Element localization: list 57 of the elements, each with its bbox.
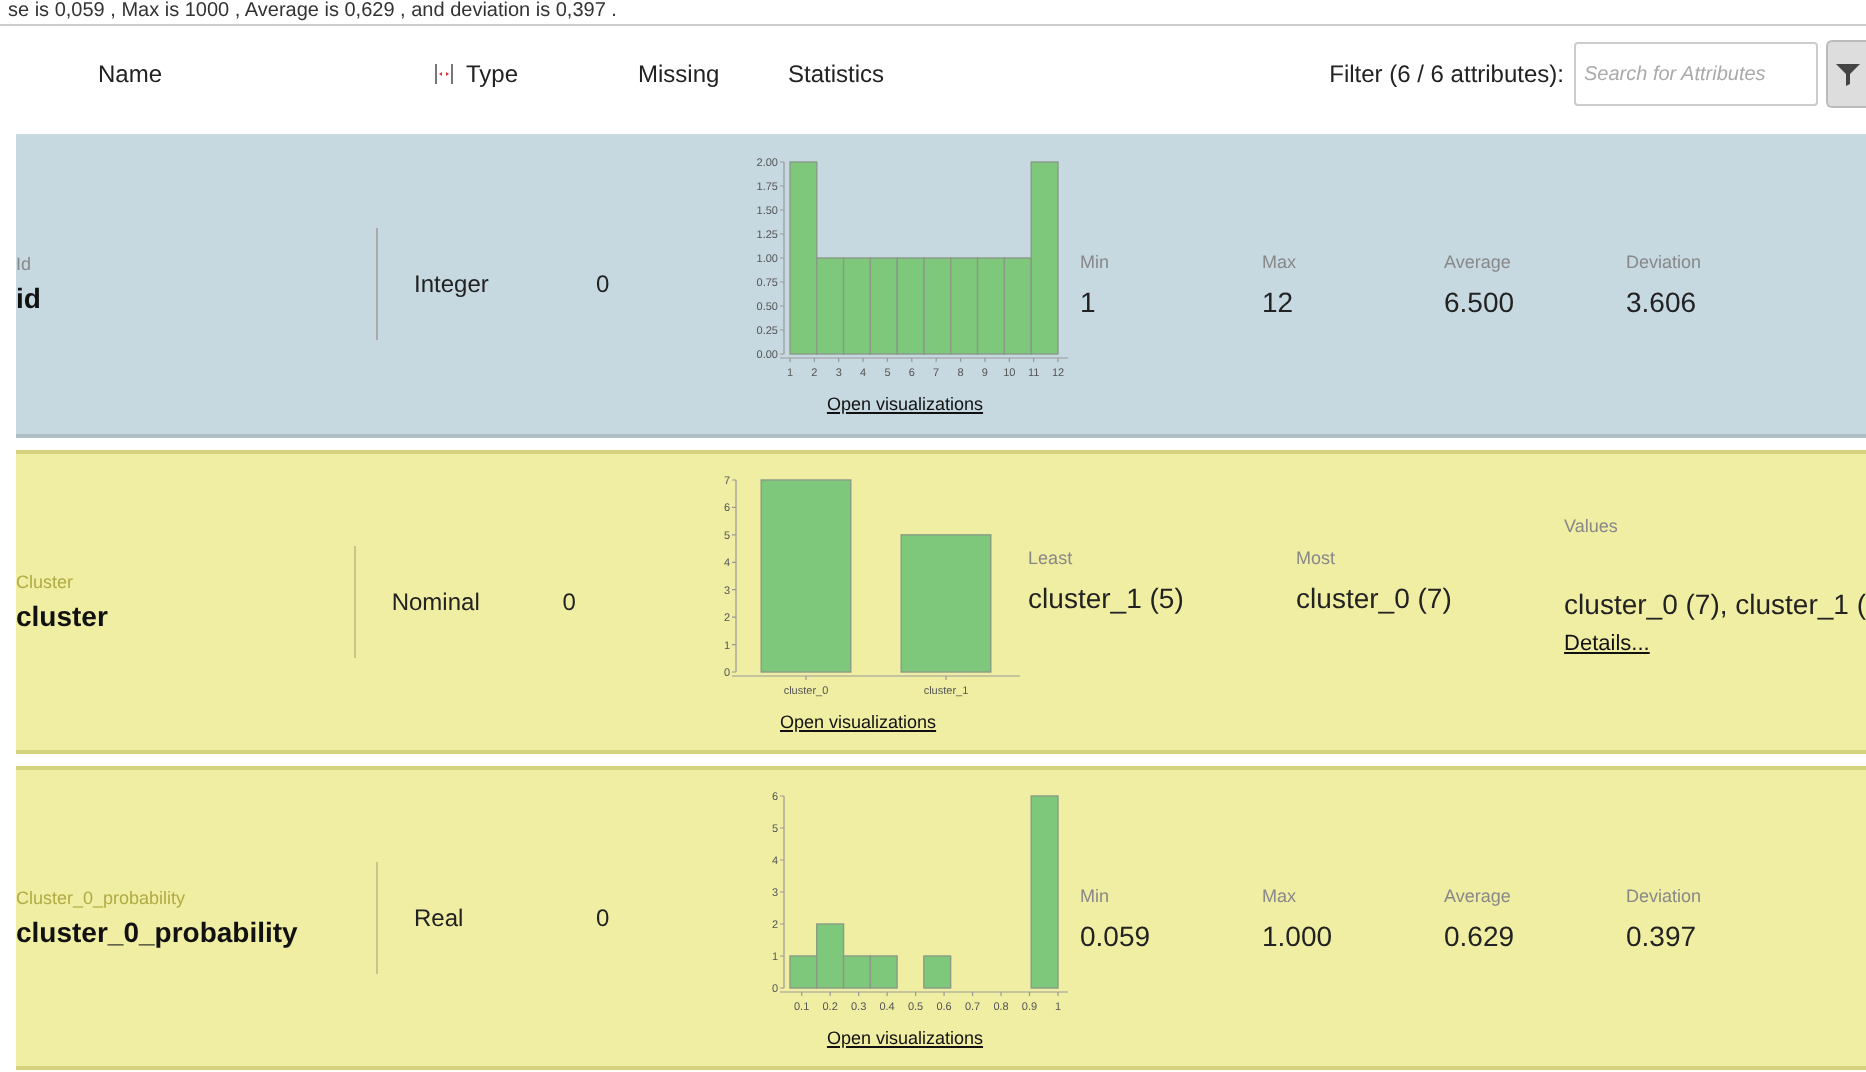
filter-icon (1835, 62, 1859, 86)
stat-value: 6.500 (1444, 285, 1517, 317)
filter-button[interactable] (1826, 40, 1866, 108)
stat-value: 3.606 (1626, 285, 1699, 317)
role-label: Id (16, 254, 34, 274)
caption-text: se is 0,059 , Max is 1000 , Average is 0,629 , and deviation is 0,397 . (0, 0, 1866, 26)
chart-bar (975, 257, 1005, 355)
stat-label: Least (1028, 548, 1075, 568)
column-header: Type (466, 60, 521, 88)
missing-count: 0 (562, 588, 578, 616)
resize-columns-icon[interactable] (434, 64, 454, 84)
chart-bar (868, 955, 897, 989)
open-visualizations-link[interactable]: Open visualizations (780, 712, 937, 732)
role-label: Cluster (16, 572, 76, 592)
stat-value: 0.059 (1080, 919, 1153, 951)
open-visualizations-link[interactable]: Open visualizations (826, 1028, 984, 1048)
chart-bar (922, 955, 951, 989)
attribute-name: cluster (16, 600, 110, 632)
stat-label: Min (1080, 251, 1112, 271)
chart-bar (949, 257, 978, 355)
stat-value: cluster_0 (7), cluster_1 ( (1564, 588, 1866, 620)
column-header: Name (98, 60, 165, 88)
filter-label: Filter (6 / 6 attributes): (1329, 60, 1564, 88)
stat-label: Values (1564, 516, 1620, 536)
stat-label: Average (1444, 251, 1513, 271)
stat-label: Deviation (1626, 885, 1704, 905)
stat-label: Deviation (1626, 251, 1704, 271)
stat-label: Average (1444, 885, 1513, 905)
open-visualizations-link[interactable]: Open visualizations (826, 394, 984, 414)
chart-bar (922, 257, 951, 355)
stat-value: 1.000 (1262, 919, 1335, 951)
missing-count: 0 (596, 270, 612, 298)
chart-bar (895, 257, 924, 355)
stat-value: cluster_1 (5) (1028, 582, 1186, 614)
attribute-name: cluster_0_probability (16, 916, 300, 948)
stat-value: cluster_0 (7) (1296, 582, 1454, 614)
type-value: Real (376, 862, 596, 974)
details-link[interactable]: Details... (1564, 632, 1866, 656)
stat-value: 0.397 (1626, 919, 1699, 951)
column-header: Statistics (788, 60, 887, 88)
column-header: Missing (638, 60, 722, 88)
search-field[interactable]: Search for Attributes (1574, 42, 1818, 106)
chart-bar (841, 257, 871, 355)
missing-count: 0 (596, 904, 612, 932)
stat-label: Min (1080, 885, 1112, 905)
stat-value: 1 (1080, 285, 1098, 317)
stat-label: Most (1296, 548, 1338, 568)
chart-bar (868, 257, 897, 355)
stat-label: Max (1262, 251, 1299, 271)
chart-bar (900, 534, 992, 673)
role-label: Cluster_0_probability (16, 888, 188, 908)
type-value: Integer (376, 228, 596, 340)
attribute-name: id (16, 282, 43, 314)
type-value: Nominal (353, 546, 563, 658)
stat-label: Max (1262, 885, 1299, 905)
stat-value: 12 (1262, 285, 1296, 317)
stat-value: 0.629 (1444, 919, 1517, 951)
